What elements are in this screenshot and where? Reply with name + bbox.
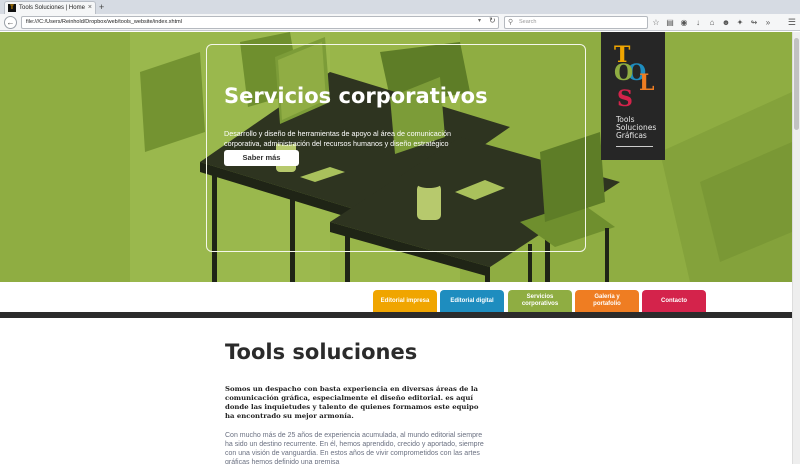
new-tab-icon[interactable]: + [99, 1, 104, 13]
nav-tab-servicios-corporativos[interactable]: Servicios corporativos [508, 290, 572, 312]
logo-underline [616, 146, 653, 147]
logo-letter-s: S [617, 86, 633, 112]
nav-tab-galeria-portafolio[interactable]: Galería y portafolio [575, 290, 639, 312]
pocket-icon[interactable]: ◉ [679, 17, 689, 28]
browser-navbar: ← file:///C:/Users/Reinhold/Dropbox/web/… [0, 14, 800, 31]
tab-close-icon[interactable]: × [88, 2, 92, 14]
url-text: file:///C:/Users/Reinhold/Dropbox/web/to… [26, 19, 182, 25]
hero-description: Desarrollo y diseño de herramientas de a… [224, 129, 451, 148]
back-arrow-icon[interactable]: ← [4, 16, 17, 29]
scrollbar-thumb[interactable] [794, 38, 799, 130]
download-icon[interactable]: ↓ [693, 17, 703, 28]
main-nav: Editorial impresa Editorial digital Serv… [0, 282, 792, 312]
intro-paragraph: Somos un despacho con basta experiencia … [225, 385, 479, 420]
hamburger-menu-icon[interactable]: ☰ [788, 16, 796, 28]
tools-logo[interactable]: T O O L S Tools Soluciones Gráficas [601, 32, 665, 160]
page-scrollbar[interactable] [792, 32, 800, 464]
site-favicon-icon: T [8, 4, 16, 12]
url-dropdown-icon[interactable]: ▾ [478, 17, 481, 24]
hero-title: Servicios corporativos [224, 84, 488, 108]
nav-tab-editorial-digital[interactable]: Editorial digital [440, 290, 504, 312]
search-icon: ⚲ [508, 19, 514, 26]
browser-tab[interactable]: T Tools Soluciones | Home × [4, 1, 96, 14]
bookmark-star-icon[interactable]: ☆ [651, 17, 661, 28]
page-title: Tools soluciones [225, 340, 418, 364]
search-placeholder: Search [519, 19, 537, 25]
logo-caption-line: Gráficas [616, 131, 647, 140]
sync-icon[interactable]: ↬ [749, 17, 759, 28]
tab-title: Tools Soluciones | Home [19, 5, 85, 11]
logo-letter-o2: O [614, 60, 634, 86]
browser-titlebar: T Tools Soluciones | Home × + [0, 0, 800, 14]
hero-banner: Servicios corporativos Desarrollo y dise… [0, 32, 800, 282]
overflow-icon[interactable]: » [763, 17, 773, 28]
home-icon[interactable]: ⌂ [707, 17, 717, 28]
nav-underline-bar [0, 312, 792, 318]
nav-tab-contacto[interactable]: Contacto [642, 290, 706, 312]
reading-list-icon[interactable]: ▤ [665, 17, 675, 28]
extension-icon[interactable]: ☻ [721, 17, 731, 28]
body-paragraph: Con mucho más de 25 años de experiencia … [225, 432, 484, 464]
reload-icon[interactable]: ↻ [489, 16, 496, 25]
toolbar-icons: ☆ ▤ ◉ ↓ ⌂ ☻ ✦ ↬ » [651, 16, 773, 29]
saber-mas-button[interactable]: Saber más [224, 150, 299, 166]
address-bar[interactable]: file:///C:/Users/Reinhold/Dropbox/web/to… [21, 16, 499, 29]
search-input[interactable]: ⚲ Search [504, 16, 648, 29]
logo-caption: Tools Soluciones Gráficas [616, 116, 656, 140]
logo-letter-l: L [639, 70, 655, 96]
puzzle-icon[interactable]: ✦ [735, 17, 745, 28]
nav-tab-editorial-impresa[interactable]: Editorial impresa [373, 290, 437, 312]
